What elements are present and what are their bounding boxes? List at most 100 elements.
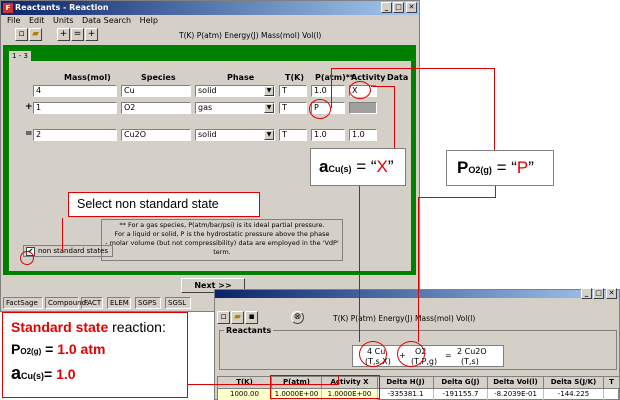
line-po2-down2	[418, 197, 419, 342]
header-mass: Mass(mol)	[64, 73, 111, 82]
line-p-down	[494, 68, 495, 150]
row3-phase-value: solid	[198, 130, 217, 139]
new-file-icon[interactable]: ▫	[15, 28, 28, 41]
chevron-down-icon: ▼	[264, 130, 274, 140]
po2-prefix: P	[457, 158, 469, 177]
col-delta-g: Delta G(J)	[434, 377, 488, 389]
window-title: Reactants - Reaction	[15, 3, 109, 12]
cell-delta-s: -144.225	[544, 389, 604, 400]
equals-icon[interactable]: =	[71, 28, 84, 41]
row3-t-input[interactable]: T	[279, 129, 307, 141]
title-bar[interactable]: F Reactants - Reaction _ □ ✕	[1, 1, 419, 15]
minimize-button[interactable]: _	[381, 2, 392, 13]
row1-species-input[interactable]: Cu	[121, 85, 191, 97]
po2-close: ”	[528, 158, 534, 177]
menu-edit[interactable]: Edit	[29, 16, 45, 25]
status-factsage: FactSage	[3, 297, 43, 309]
save-icon[interactable]: ▪	[245, 311, 258, 324]
row3-sign: =	[25, 129, 33, 139]
line-po2-left	[418, 197, 496, 198]
note-line-1: ** For a gas species, P(atm/bar/psi) is …	[119, 221, 325, 229]
row3-mass-input[interactable]: 2	[33, 129, 117, 141]
acu-eq: = “	[351, 157, 377, 176]
open-folder-icon[interactable]: ▰	[231, 311, 244, 324]
std-title: Standard state reaction:	[11, 319, 166, 335]
close-button[interactable]: ✕	[406, 2, 417, 13]
line-acu-down	[359, 186, 360, 342]
row3-activity-input[interactable]: 1.0	[349, 129, 377, 141]
row1-p-input[interactable]: 1.0	[311, 85, 345, 97]
ring-activity-x	[349, 81, 371, 99]
chevron-down-icon: ▼	[264, 103, 274, 113]
tab-1-3[interactable]: 1 - 3	[9, 51, 31, 61]
menu-units[interactable]: Units	[53, 16, 73, 25]
std-activity-line: aCu(s)= 1.0	[11, 363, 76, 384]
row1-phase-select[interactable]: solid ▼	[195, 85, 275, 97]
status-sgsl: SGSL	[165, 297, 191, 309]
std-pressure-line: PO2(g) = 1.0 atm	[11, 341, 105, 357]
menu-bar: File Edit Units Data Search Help	[1, 15, 419, 27]
ring-eq-o2	[397, 341, 425, 367]
header-species: Species	[141, 73, 176, 82]
header-data: Data	[387, 73, 409, 82]
row2-mass-input[interactable]: 1	[33, 102, 117, 114]
acu-sub: Cu(s)	[328, 164, 352, 174]
reactants-label: Reactants	[224, 326, 274, 335]
maximize-button[interactable]: □	[393, 2, 404, 13]
results-title-bar[interactable]: _ □ ✕	[215, 288, 619, 299]
menu-data-search[interactable]: Data Search	[82, 16, 131, 25]
line-x-right	[371, 86, 395, 87]
results-maximize-button[interactable]: □	[593, 288, 604, 299]
row3-phase-select[interactable]: solid ▼	[195, 129, 275, 141]
row1-t-input[interactable]: T	[279, 85, 307, 97]
factsage-icon: F	[3, 3, 13, 13]
std-p-sub: O2(g)	[20, 347, 42, 356]
row2-phase-value: gas	[198, 103, 213, 112]
po2-value: P	[516, 158, 529, 177]
col-tk: T(K)	[218, 377, 272, 389]
std-title-black: reaction:	[108, 319, 166, 335]
row2-phase-select[interactable]: gas ▼	[195, 102, 275, 114]
acu-value: X	[376, 157, 388, 176]
row3-p-input[interactable]: 1.0	[311, 129, 345, 141]
po2-sub: O2(g)	[468, 165, 492, 175]
row2-species-input[interactable]: O2	[121, 102, 191, 114]
open-folder-icon[interactable]: ▰	[29, 28, 42, 41]
menu-help[interactable]: Help	[140, 16, 158, 25]
results-units-line: T(K) P(atm) Energy(J) Mass(mol) Vol(l)	[333, 314, 476, 323]
results-minimize-button[interactable]: _	[581, 288, 592, 299]
eq-cu2o-top: 2 Cu2O	[457, 347, 487, 356]
callout-select-nonstandard: Select non standard state	[68, 192, 260, 217]
add-plus-icon[interactable]: +	[57, 28, 70, 41]
col-delta-vol: Delta Vol(l)	[488, 377, 544, 389]
row1-mass-input[interactable]: 4	[33, 85, 117, 97]
add-plus-right-icon[interactable]: +	[85, 28, 98, 41]
po2-eq: = “	[491, 158, 517, 177]
status-elem: ELEM	[107, 297, 131, 309]
line-select-down	[62, 218, 63, 252]
row2-t-input[interactable]: T	[279, 102, 307, 114]
std-a-value: 1.0	[56, 366, 76, 382]
status-sgps: SGPS	[135, 297, 161, 309]
checkbox-label: non standard states	[38, 247, 109, 255]
line-p-top	[331, 68, 494, 69]
acu-close: ”	[387, 157, 394, 176]
highlight-std-columns	[270, 375, 380, 399]
eq-cu2o-bottom: (T,s)	[461, 357, 479, 366]
eq-equals: =	[445, 351, 452, 360]
std-a-eq: =	[44, 366, 57, 382]
header-p: P(atm)**	[315, 73, 355, 82]
line-p-right	[331, 68, 332, 108]
menu-file[interactable]: File	[7, 16, 20, 25]
results-close-button[interactable]: ✕	[606, 288, 617, 299]
header-t: T(K)	[285, 73, 304, 82]
row3-species-input[interactable]: Cu2O	[121, 129, 191, 141]
row1-phase-value: solid	[198, 86, 217, 95]
cancel-icon[interactable]: ⊗	[291, 311, 304, 324]
pressure-note: ** For a gas species, P(atm/bar/psi) is …	[101, 219, 343, 261]
new-file-icon[interactable]: ▫	[217, 311, 230, 324]
non-standard-states-checkbox[interactable]: ✔ non standard states	[23, 245, 113, 257]
status-compound: Compound:	[45, 297, 88, 309]
ring-checkbox	[20, 251, 34, 265]
row2-activity-input[interactable]	[349, 102, 377, 114]
